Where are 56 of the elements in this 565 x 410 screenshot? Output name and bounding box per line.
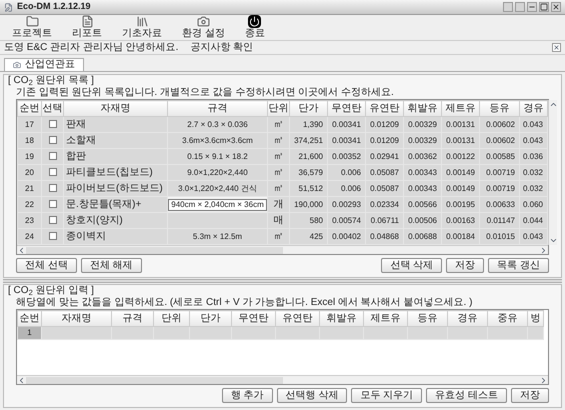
window-title: Eco-DM 1.2.12.19 [17,0,91,14]
column-header[interactable]: 제트유 [442,100,480,116]
table-cell: 3.6m×3.6cm×3.6cm [182,136,253,144]
column-header[interactable]: 단가 [290,100,328,116]
table-cell: 9.0×1,220×2,440 [187,168,248,176]
column-header[interactable]: 휘발유 [404,100,442,116]
section-description: 기존 입력된 원단위 목록입니다. 개별적으로 값을 수정하시려면 이곳에서 수정하세요. [16,87,395,99]
column-header[interactable]: 유연탄 [366,100,404,116]
action-button[interactable]: 모두 지우기 [351,388,422,403]
column-header[interactable]: 경유 [448,310,488,326]
notice-link[interactable]: 공지사항 확인 [190,42,254,52]
column-header[interactable]: 자재명 [42,310,112,326]
tab[interactable]: 산업연관표 [4,58,84,71]
column-header[interactable]: 등유 [408,310,448,326]
column-header[interactable]: 순번 [18,310,42,326]
action-button[interactable]: 행 추가 [222,388,273,403]
action-button[interactable]: 저장 [446,258,484,273]
column-header[interactable]: 무연탄 [232,310,276,326]
column-header[interactable]: 유연탄 [276,310,320,326]
toolbar-button[interactable]: 환경 설정 [178,15,229,39]
column-header[interactable]: 규격 [112,310,154,326]
cell-edit-field[interactable]: 940cm × 2,040cm × 36cm [168,198,267,210]
column-header[interactable]: 무연탄 [328,100,366,116]
column-header[interactable]: 벙 [528,310,544,326]
action-button[interactable]: 선택행 삭제 [276,388,348,403]
table-cell: 0.15 × 9.1 × 18.2 [187,152,248,160]
table-cell: 3.0×1,220×2,440 건식 [178,184,257,192]
column-header[interactable]: 등유 [480,100,520,116]
column-header[interactable]: 규격 [168,100,268,116]
column-header[interactable]: 경유 [520,100,548,116]
column-header[interactable]: 단가 [190,310,232,326]
action-button[interactable]: 저장 [511,388,549,403]
column-header[interactable]: 휘발유 [320,310,364,326]
column-header[interactable]: 중유 [488,310,528,326]
toolbar-button[interactable]: 리포트 [68,15,106,39]
column-header[interactable]: 단위 [268,100,290,116]
section-legend: [ CO$_{2}$ 원단위 입력 ] [8,285,557,297]
toolbar-button[interactable]: 기초자료 [118,15,166,39]
action-button[interactable]: 선택 삭제 [381,258,442,273]
section-description: 해당열에 맞는 값들을 입력하세요. (세로로 Ctrl + V 가 가능합니다. Excel 에서 복사해서 붙여넣으세요. ) [16,297,474,309]
column-header[interactable]: 선택 [42,100,64,116]
section-legend: [ CO$_{2}$ 원단위 목록 ] [8,75,557,87]
row-number-cell: 1 [18,326,42,340]
toolbar-button[interactable]: 프로젝트 [8,15,56,39]
column-header[interactable]: 단위 [154,310,190,326]
table-cell: 5.3m × 12.5m [192,232,242,240]
column-header[interactable]: 자재명 [64,100,168,116]
column-header[interactable]: 제트유 [364,310,408,326]
action-button[interactable]: 유효성 테스트 [426,388,507,403]
action-button[interactable]: 전체 해제 [80,258,142,273]
column-header[interactable]: 순번 [18,100,42,116]
greeting-text: 도영 E&C 관리자 관리자님 안녕하세요. [4,42,178,52]
action-button[interactable]: 전체 선택 [16,258,77,273]
toolbar-button[interactable]: 종료 [240,15,269,39]
table-cell: 2.7 × 0.3 × 0.036 [187,120,248,128]
action-button[interactable]: 목록 갱신 [488,258,549,273]
